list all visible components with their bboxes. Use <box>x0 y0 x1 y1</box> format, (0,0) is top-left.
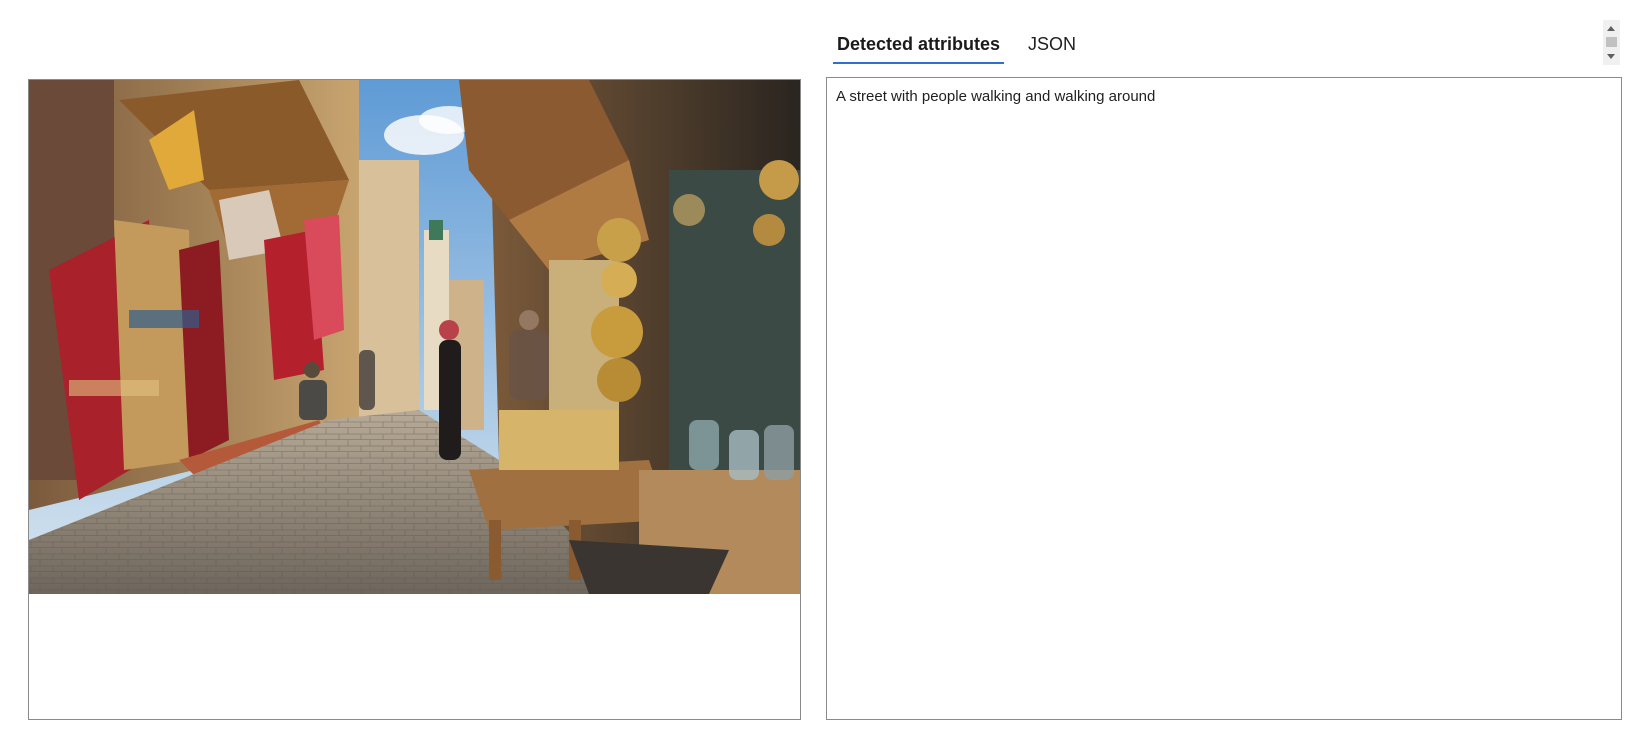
scroll-down-arrow-icon[interactable] <box>1607 54 1615 59</box>
tab-json[interactable]: JSON <box>1024 28 1080 60</box>
page: Detected attributes JSON A street with p… <box>0 0 1632 743</box>
detected-attributes-panel: A street with people walking and walking… <box>826 77 1622 720</box>
scrollbar[interactable] <box>1603 20 1620 65</box>
tab-detected-attributes-label: Detected attributes <box>837 34 1001 54</box>
market-street-photo <box>29 80 800 594</box>
image-preview-panel <box>28 79 801 720</box>
caption-result-text: A street with people walking and walking… <box>836 88 1156 105</box>
result-tabs: Detected attributes JSON <box>833 28 1100 66</box>
tab-json-label: JSON <box>1028 34 1077 54</box>
tab-detected-attributes[interactable]: Detected attributes <box>833 28 1005 64</box>
scrollbar-thumb[interactable] <box>1606 37 1617 47</box>
scroll-up-arrow-icon[interactable] <box>1607 26 1615 31</box>
